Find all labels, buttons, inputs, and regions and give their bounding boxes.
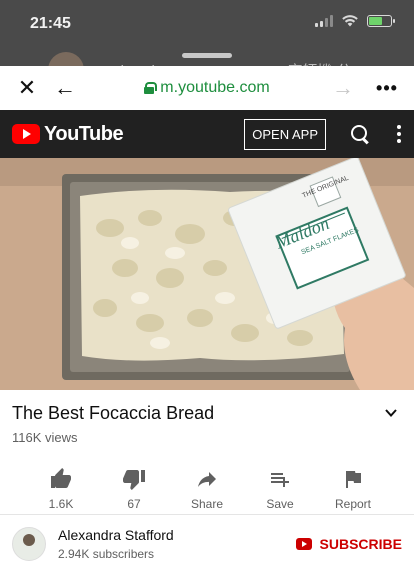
thumbs-down-icon	[123, 470, 145, 490]
video-meta: The Best Focaccia Bread 116K views 1.6K …	[0, 390, 414, 511]
sheet-grabber[interactable]	[182, 53, 232, 58]
browser-toolbar: ✕ ← m.youtube.com → •••	[0, 66, 414, 110]
more-horizontal-icon[interactable]: •••	[372, 79, 402, 97]
video-title: The Best Focaccia Bread	[12, 403, 215, 423]
view-count: 116K views	[12, 430, 78, 445]
dislike-count: 67	[127, 497, 141, 511]
subscribe-button[interactable]: SUBSCRIBE	[295, 535, 402, 552]
url-field[interactable]: m.youtube.com	[144, 79, 270, 97]
report-label: Report	[334, 497, 372, 511]
status-time: 21:45	[30, 15, 71, 32]
save-button[interactable]: Save	[245, 467, 315, 511]
chevron-down-icon[interactable]	[384, 406, 398, 420]
url-text: m.youtube.com	[160, 79, 270, 96]
youtube-play-icon	[295, 537, 312, 550]
avatar[interactable]	[12, 526, 46, 561]
youtube-logo[interactable]: YouTube	[12, 122, 124, 146]
youtube-play-icon	[12, 124, 40, 144]
report-button[interactable]: Report	[318, 467, 388, 511]
lock-icon	[144, 82, 158, 94]
arrow-left-icon[interactable]: ←	[50, 77, 80, 99]
playlist-add-icon	[271, 473, 289, 487]
status-bar: 21:45 Rosita Chung ▶ HK BOSCH 廚師機 分	[0, 0, 414, 88]
share-label: Share	[190, 497, 224, 511]
close-icon[interactable]: ✕	[12, 77, 42, 99]
youtube-header: YouTube OPEN APP	[0, 110, 414, 158]
video-player[interactable]: Maldon SEA SALT FLAKES THE ORIGINAL	[0, 158, 414, 390]
search-icon[interactable]	[350, 124, 370, 144]
arrow-right-icon[interactable]: →	[328, 77, 358, 99]
flag-icon	[346, 471, 361, 488]
wifi-icon	[342, 15, 358, 27]
open-app-button[interactable]: OPEN APP	[244, 118, 326, 150]
channel-name: Alexandra Stafford	[58, 526, 174, 543]
cellular-signal-icon	[315, 15, 333, 27]
dislike-button[interactable]: 67	[99, 467, 169, 511]
channel-info[interactable]: Alexandra Stafford 2.94K subscribers	[58, 527, 174, 561]
like-button[interactable]: 1.6K	[26, 467, 96, 511]
subscriber-count: 2.94K subscribers	[58, 546, 155, 561]
battery-icon	[367, 15, 395, 27]
subscribe-label: SUBSCRIBE	[319, 535, 402, 552]
video-frame: Maldon SEA SALT FLAKES THE ORIGINAL	[0, 158, 414, 390]
action-bar: 1.6K 67 Share Save Report	[12, 445, 402, 511]
more-vertical-icon[interactable]	[396, 125, 402, 143]
save-label: Save	[266, 497, 294, 511]
like-count: 1.6K	[48, 497, 74, 511]
browser-sheet: ✕ ← m.youtube.com → ••• YouTube OPEN APP	[0, 66, 414, 572]
thumbs-up-icon	[51, 468, 71, 488]
channel-row: Alexandra Stafford 2.94K subscribers SUB…	[0, 515, 414, 572]
share-icon	[198, 472, 216, 487]
youtube-wordmark: YouTube	[44, 122, 124, 145]
status-icons	[315, 15, 395, 27]
share-button[interactable]: Share	[172, 467, 242, 511]
